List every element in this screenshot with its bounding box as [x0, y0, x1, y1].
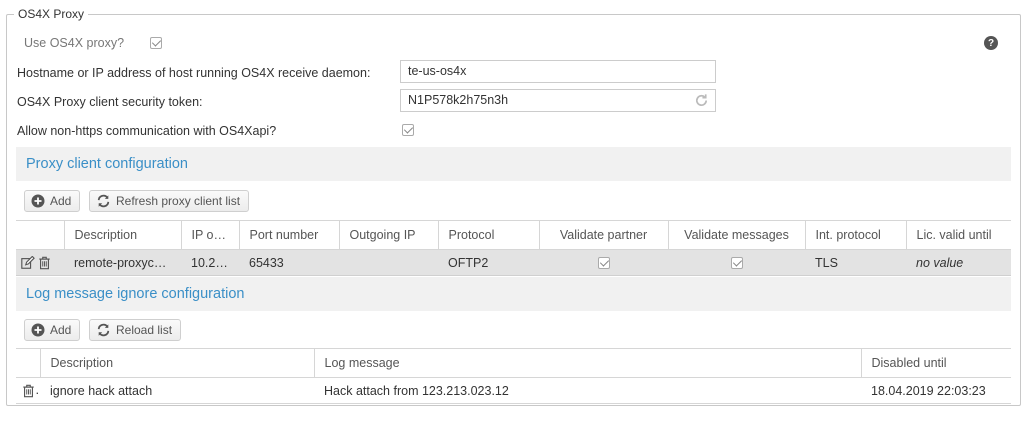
trash-icon[interactable]	[22, 384, 35, 398]
refresh-button-label: Refresh proxy client list	[116, 194, 241, 208]
cell-port: 65433	[239, 249, 339, 276]
add-log-ignore-button[interactable]: Add	[24, 319, 81, 341]
add-proxy-client-button[interactable]: Add	[24, 190, 81, 212]
table-row[interactable]: ignore hack attach Hack attach from 123.…	[16, 377, 1011, 404]
question-icon[interactable]: ?	[984, 36, 998, 50]
token-value: N1P578k2h75n3h	[408, 93, 509, 107]
cell-log-message: Hack attach from 123.213.023.12	[314, 377, 861, 404]
column-header-disabled-until[interactable]: Disabled until	[860, 348, 1011, 378]
trash-icon[interactable]	[38, 256, 51, 270]
table-row[interactable]: remote-proxyc… 10.2… 65433 OFTP2 TLS no …	[16, 249, 1011, 276]
use-proxy-checkbox[interactable]	[150, 37, 162, 49]
edit-icon[interactable]	[20, 255, 35, 270]
hostname-label: Hostname or IP address of host running O…	[17, 66, 371, 80]
use-proxy-label: Use OS4X proxy?	[24, 36, 125, 50]
cell-description: remote-proxyc…	[64, 249, 181, 276]
table-header-row: Description Log message Disabled until	[16, 348, 1011, 378]
reload-list-button[interactable]: Reload list	[89, 319, 182, 341]
column-header-port[interactable]: Port number	[238, 220, 339, 250]
column-header-protocol[interactable]: Protocol	[437, 220, 539, 250]
cell-outgoing-ip	[339, 249, 438, 276]
plus-circle-icon	[31, 323, 45, 337]
column-header-ip[interactable]: IP o…	[180, 220, 239, 250]
refresh-icon	[97, 323, 110, 337]
regenerate-token-icon[interactable]	[694, 93, 709, 108]
row-actions	[16, 377, 40, 404]
table-header-row: Description IP o… Port number Outgoing I…	[16, 220, 1011, 250]
column-header-description[interactable]: Description	[63, 220, 181, 250]
column-header-validate-messages[interactable]: Validate messages	[667, 220, 805, 250]
cell-disabled-until: 18.04.2019 22:03:23	[861, 377, 1011, 404]
validate-partner-checkbox[interactable]	[597, 257, 610, 270]
proxy-client-section-title: Proxy client configuration	[16, 147, 1011, 181]
cell-lic-valid-until: no value	[906, 249, 1011, 276]
cell-protocol: OFTP2	[438, 249, 539, 276]
column-header-int-protocol[interactable]: Int. protocol	[804, 220, 906, 250]
proxy-client-table: Description IP o… Port number Outgoing I…	[16, 220, 1011, 276]
cell-validate-partner	[539, 249, 668, 276]
refresh-icon	[97, 194, 110, 208]
cell-int-protocol: TLS	[805, 249, 906, 276]
log-ignore-table: Description Log message Disabled until i…	[16, 348, 1011, 404]
hostname-input[interactable]: te-us-os4x	[400, 60, 716, 83]
column-header-description[interactable]: Description	[39, 348, 314, 378]
non-https-checkbox[interactable]	[402, 124, 414, 136]
fieldset-legend: OS4X Proxy	[14, 7, 89, 21]
refresh-proxy-client-list-button[interactable]: Refresh proxy client list	[89, 190, 250, 212]
log-ignore-section-title: Log message ignore configuration	[16, 277, 1011, 311]
row-actions	[16, 249, 64, 276]
add-button-label: Add	[50, 323, 72, 337]
reload-button-label: Reload list	[116, 323, 173, 337]
cell-ip: 10.2…	[181, 249, 239, 276]
column-header-outgoing-ip[interactable]: Outgoing IP	[338, 220, 438, 250]
non-https-label: Allow non-https communication with OS4Xa…	[17, 124, 277, 138]
validate-messages-checkbox[interactable]	[730, 257, 743, 270]
column-header-validate-partner[interactable]: Validate partner	[538, 220, 668, 250]
cell-validate-messages	[668, 249, 805, 276]
actions-column-header	[16, 220, 64, 250]
column-header-log-message[interactable]: Log message	[313, 348, 861, 378]
actions-column-header	[16, 348, 40, 378]
token-input[interactable]: N1P578k2h75n3h	[400, 89, 716, 112]
add-button-label: Add	[50, 194, 72, 208]
plus-circle-icon	[31, 194, 45, 208]
column-header-lic-valid-until[interactable]: Lic. valid until	[905, 220, 1011, 250]
token-label: OS4X Proxy client security token:	[17, 95, 203, 109]
cell-description: ignore hack attach	[40, 377, 314, 404]
